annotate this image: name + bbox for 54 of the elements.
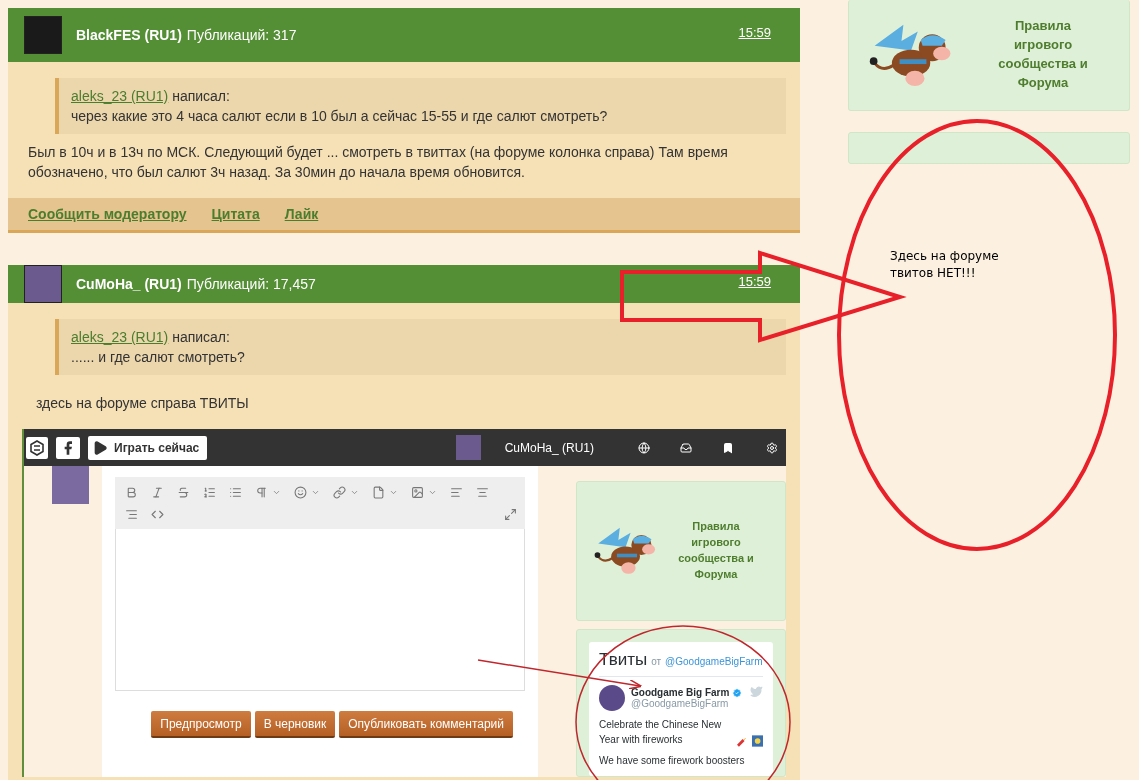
- tweet-avatar-image: [599, 685, 625, 711]
- quote-author-link[interactable]: aleks_23 (RU1): [71, 88, 169, 104]
- avatar-image: [24, 265, 62, 303]
- tweet-handle: @GoodgameBigFarm: [631, 698, 730, 709]
- quote-text: ...... и где салют смотреть?: [71, 348, 246, 367]
- widget-title: Твиты: [599, 650, 648, 670]
- firecracker-icon: [737, 737, 747, 747]
- globe-icon[interactable]: [638, 441, 650, 454]
- bird-icon: [750, 685, 763, 698]
- expand-icon[interactable]: [504, 508, 517, 521]
- post-action-link[interactable]: Цитата: [211, 206, 260, 222]
- inbox-icon[interactable]: [680, 441, 692, 454]
- user-avatar-image[interactable]: [455, 435, 481, 460]
- verified-icon: [732, 687, 743, 698]
- play-now-button[interactable]: Играть сейчас: [88, 435, 208, 460]
- widget-handle-link[interactable]: @GoodgameBigFarm: [665, 656, 763, 667]
- bookmark-icon[interactable]: [722, 441, 734, 454]
- quote-verb: написал:: [172, 88, 230, 104]
- post-action-link[interactable]: Лайк: [284, 206, 319, 222]
- quote-verb: написал:: [172, 329, 230, 345]
- rules-card[interactable]: Правила игрового сообщества и Форума: [576, 481, 786, 621]
- play-icon: [92, 439, 108, 456]
- editor-button[interactable]: Предпросмотр: [151, 711, 251, 738]
- quote-author-link[interactable]: aleks_23 (RU1): [71, 329, 169, 345]
- logo-icon[interactable]: [26, 436, 48, 459]
- post-count-label: Публикаций: 317: [186, 27, 297, 43]
- editor-button[interactable]: Опубликовать комментарий: [339, 711, 513, 738]
- username-label[interactable]: CuMoHa_ (RU1): [504, 440, 594, 455]
- post-action-link[interactable]: Сообщить модератору: [28, 206, 187, 222]
- post-count-label: Публикаций: 17,457: [186, 276, 316, 292]
- post-time-link[interactable]: 15:59: [738, 24, 771, 40]
- post-author: CuMoHa_ (RU1): [76, 276, 182, 292]
- widget-from-label: от: [651, 656, 662, 667]
- post-time-link[interactable]: 15:59: [738, 273, 771, 289]
- quote-text: через какие это 4 часа салют если в 10 был а сейчас 15-55 и где салют смотреть?: [71, 107, 609, 126]
- avatar-image: [52, 466, 90, 504]
- tweet-text: Celebrate the Chinese New Year with fireworks: [599, 718, 723, 747]
- file-icon[interactable]: [372, 483, 386, 501]
- tweet-text: We have some firework boosters: [599, 754, 746, 768]
- annotation-note: Здесь на форуме твитов НЕТ!!!: [890, 248, 1000, 282]
- settings-icon[interactable]: [766, 441, 778, 454]
- smile-icon[interactable]: [294, 483, 308, 501]
- rules-card-title: Правила игрового сообщества и Форума: [997, 17, 1089, 92]
- post-author: BlackFES (RU1): [76, 27, 182, 43]
- post-text: Был в 10ч и в 13ч по МСК. Следующий будет ... смотреть в твиттах (на форуме колонка справа) Там время обозначено, что был салют 3ч назад. За 30мин до начала время обновится.: [28, 143, 729, 182]
- tweet-author: Goodgame Big Farm: [631, 687, 730, 698]
- post-text: здесь на форуме справа ТВИТЫ: [36, 394, 250, 413]
- rules-card[interactable]: Правила игрового сообщества и Форума: [848, 0, 1130, 111]
- avatar-image: [24, 16, 62, 54]
- rules-card-title: Правила игрового сообщества и Форума: [677, 519, 755, 582]
- editor-button[interactable]: В черновик: [254, 711, 336, 738]
- sparkler-icon: [751, 735, 763, 747]
- link-icon[interactable]: [333, 483, 347, 501]
- facebook-icon[interactable]: [56, 436, 80, 459]
